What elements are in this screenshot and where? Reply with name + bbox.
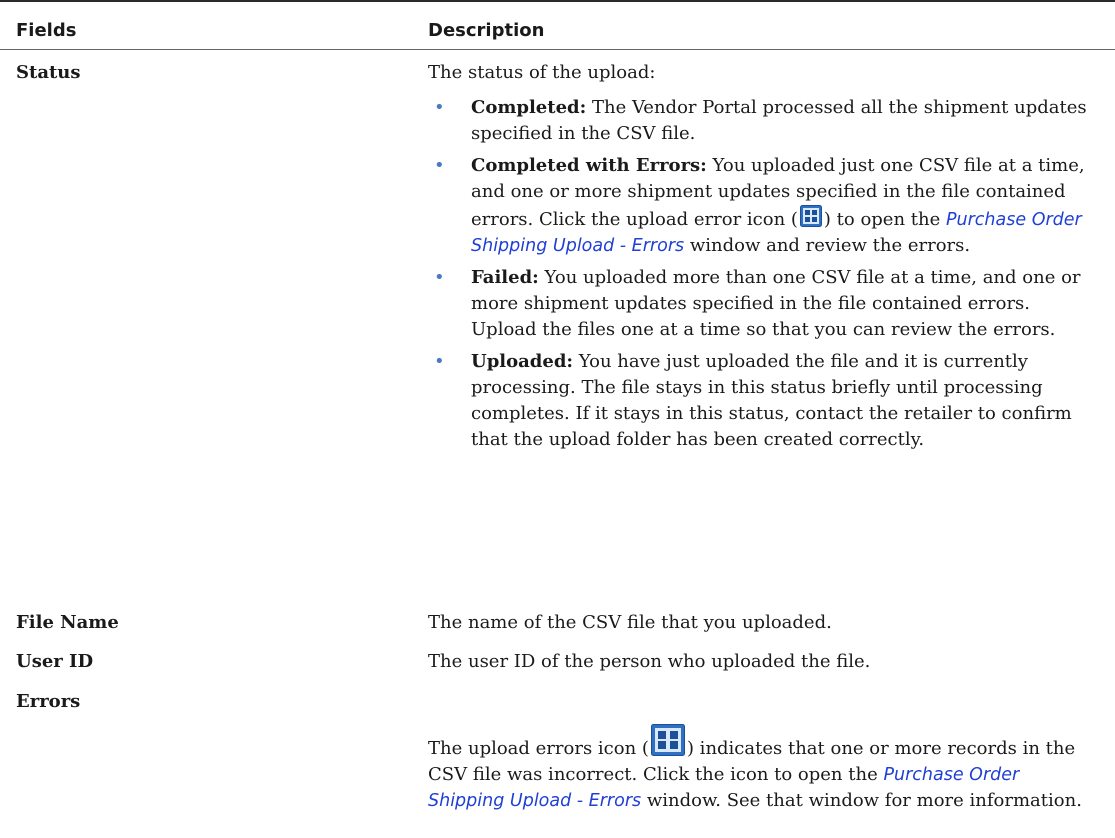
- list-item: • Uploaded: You have just uploaded the f…: [434, 351, 1072, 450]
- list-item: • Failed: You uploaded more than one CSV…: [434, 267, 1081, 340]
- list-item: • Completed: The Vendor Portal processed…: [434, 97, 1087, 144]
- field-errors: Errors: [16, 691, 81, 712]
- header-fields: Fields: [16, 20, 77, 41]
- user-id-description: The user ID of the person who uploaded t…: [428, 651, 871, 672]
- errors-description: The upload errors icon () indicates that…: [428, 724, 1098, 814]
- bullet: •: [434, 267, 445, 288]
- bullet: •: [434, 97, 445, 118]
- status-intro: The status of the upload:: [428, 62, 656, 83]
- field-status: Status: [16, 62, 81, 83]
- bullet: •: [434, 155, 445, 176]
- top-rule: [0, 0, 1115, 2]
- file-name-description: The name of the CSV file that you upload…: [428, 612, 832, 633]
- field-user-id: User ID: [16, 651, 94, 672]
- status-list: • Completed: The Vendor Portal processed…: [428, 95, 1098, 453]
- list-item: • Completed with Errors: You uploaded ju…: [434, 155, 1085, 256]
- status-description: The status of the upload: • Completed: T…: [428, 60, 1098, 459]
- header-description: Description: [428, 20, 545, 41]
- field-file-name: File Name: [16, 612, 119, 633]
- header-rule: [0, 49, 1115, 50]
- upload-errors-icon[interactable]: [650, 724, 685, 756]
- upload-error-icon[interactable]: [799, 205, 822, 227]
- bullet: •: [434, 351, 445, 372]
